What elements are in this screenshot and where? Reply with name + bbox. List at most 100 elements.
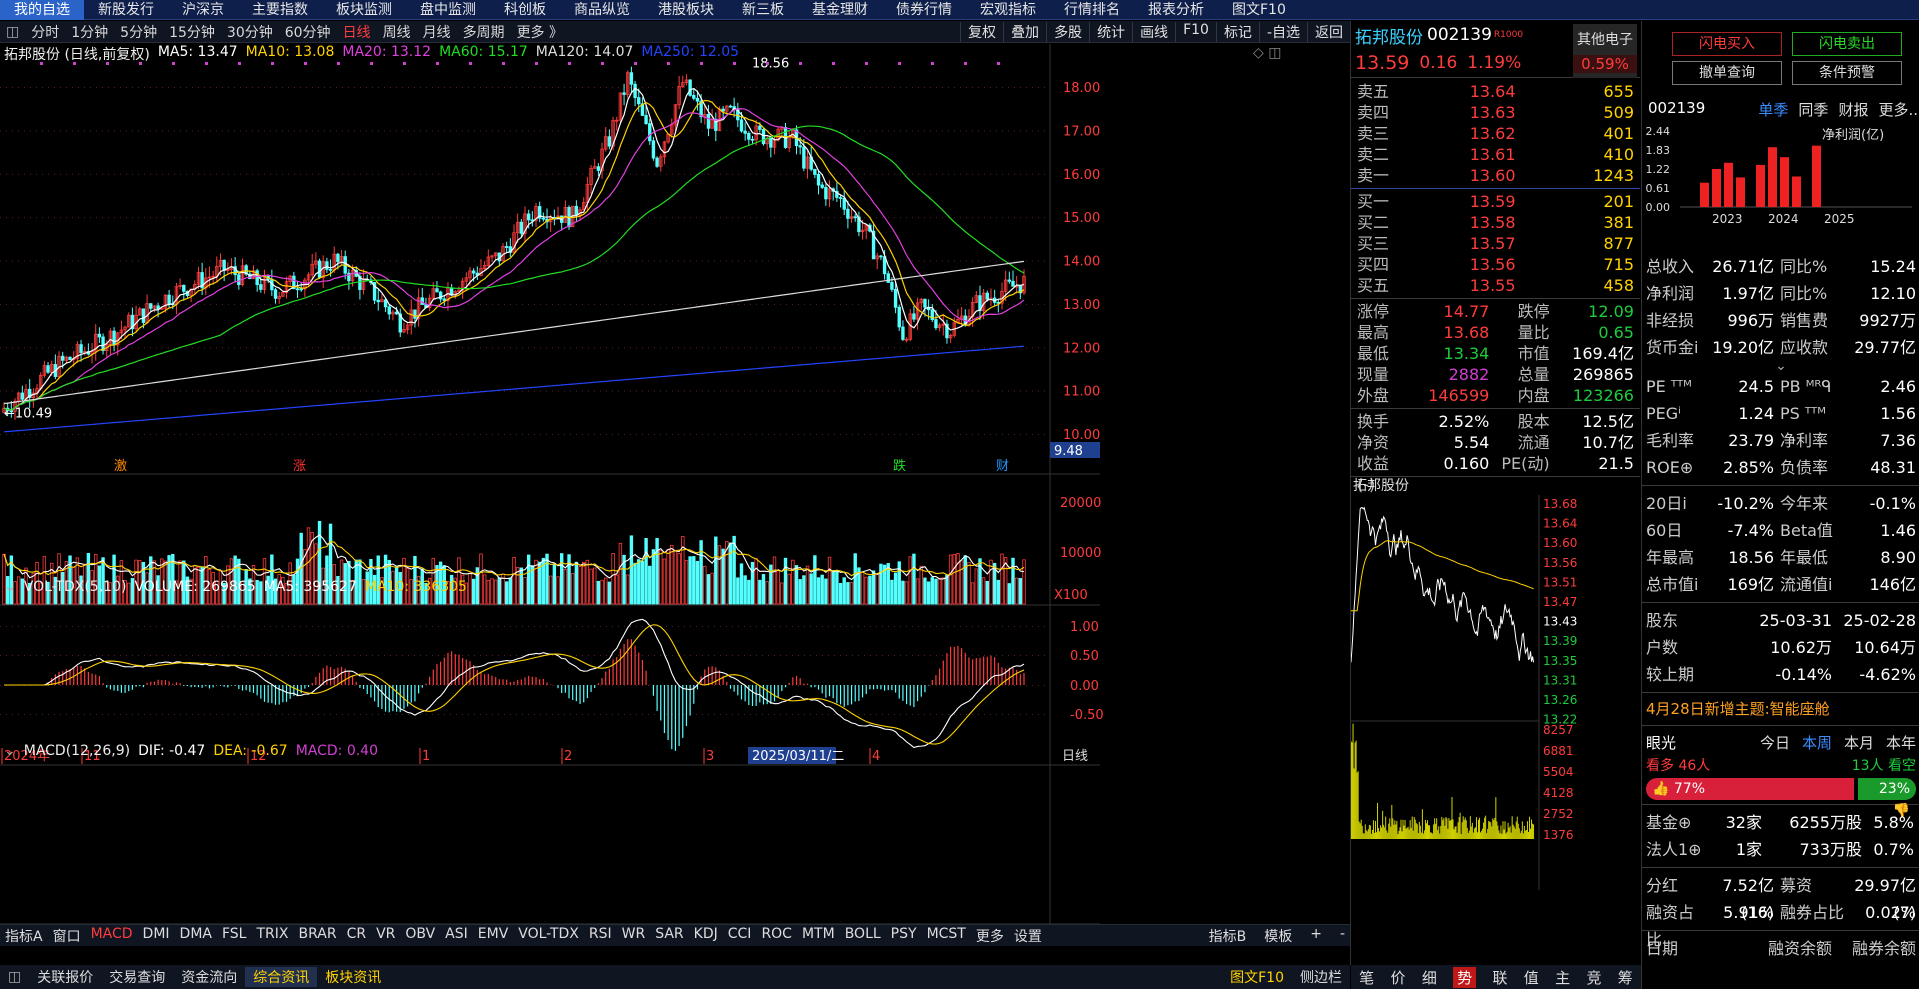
toolbar-button-8[interactable]: 返回 bbox=[1307, 21, 1350, 42]
volume-bar[interactable] bbox=[919, 565, 923, 605]
toolbar-button-7[interactable]: -自选 bbox=[1258, 21, 1307, 42]
indicator-tab-2[interactable]: DMI bbox=[138, 926, 175, 946]
mini-tab-4[interactable]: 联 bbox=[1492, 967, 1507, 988]
candle-body[interactable] bbox=[541, 217, 546, 220]
candle-body[interactable] bbox=[761, 129, 766, 145]
candle-body[interactable] bbox=[743, 130, 747, 134]
volume-bar[interactable] bbox=[1014, 577, 1019, 605]
volume-bar[interactable] bbox=[604, 577, 608, 605]
period-tab-3[interactable]: 15分钟 bbox=[163, 22, 221, 42]
candle-body[interactable] bbox=[692, 95, 696, 99]
indicator-tab-8[interactable]: VR bbox=[371, 926, 400, 946]
volume-bar[interactable] bbox=[934, 578, 938, 605]
volume-bar[interactable] bbox=[761, 574, 766, 605]
eye-tab-1[interactable]: 本周 bbox=[1802, 730, 1832, 756]
volume-bar[interactable] bbox=[670, 544, 674, 605]
volume-bar[interactable] bbox=[552, 563, 557, 605]
indicator-tab-7[interactable]: CR bbox=[342, 926, 372, 946]
profit-bar[interactable] bbox=[1712, 169, 1721, 207]
volume-bar[interactable] bbox=[871, 570, 876, 605]
status-tab-3[interactable]: 综合资讯 bbox=[245, 967, 318, 987]
candle-body[interactable] bbox=[695, 97, 700, 102]
volume-bar[interactable] bbox=[791, 559, 795, 605]
volume-bar[interactable] bbox=[893, 572, 898, 605]
candle-body[interactable] bbox=[442, 298, 446, 301]
volume-bar[interactable] bbox=[607, 581, 612, 605]
candle-body[interactable] bbox=[802, 146, 806, 169]
volume-bar[interactable] bbox=[637, 559, 641, 605]
volume-bar[interactable] bbox=[534, 559, 538, 605]
volume-bar[interactable] bbox=[787, 573, 791, 605]
period-tab-9[interactable]: 多周期 bbox=[457, 22, 511, 42]
kline-chart-area[interactable]: 18.00 17.00 16.00 15.00 14.00 13.00 12.00 11.00… bbox=[0, 44, 1350, 925]
indicator-a-button[interactable]: 指标A bbox=[0, 926, 48, 946]
volume-bar[interactable] bbox=[981, 577, 986, 605]
chevron-down-icon[interactable]: ⌄ bbox=[4, 743, 16, 759]
volume-bar[interactable] bbox=[824, 578, 828, 605]
candle-body[interactable] bbox=[721, 108, 725, 112]
sector-box[interactable]: 其他电子 0.59% bbox=[1573, 24, 1637, 78]
candle-body[interactable] bbox=[846, 208, 850, 219]
volume-bar[interactable] bbox=[776, 570, 780, 605]
volume-bar[interactable] bbox=[504, 581, 509, 605]
ask-row[interactable]: 卖三 13.62 401 bbox=[1351, 123, 1640, 144]
volume-bar[interactable] bbox=[706, 574, 711, 605]
candle-body[interactable] bbox=[769, 137, 773, 148]
volume-bar[interactable] bbox=[508, 577, 513, 605]
volume-bar[interactable] bbox=[813, 555, 817, 605]
flash-buy-button[interactable]: 闪电买入 bbox=[1672, 32, 1782, 56]
volume-bar[interactable] bbox=[512, 557, 516, 605]
ask-row[interactable]: 卖四 13.63 509 bbox=[1351, 102, 1640, 123]
period-tab-8[interactable]: 月线 bbox=[417, 22, 457, 42]
chart-svg[interactable]: 18.0017.0016.0015.0014.0013.0012.0011.00… bbox=[0, 44, 1350, 925]
indicator-tab-14[interactable]: WR bbox=[617, 926, 651, 946]
candle-body[interactable] bbox=[61, 355, 65, 361]
indicator-tab-0[interactable]: 窗口 bbox=[48, 926, 86, 946]
volume-bar[interactable] bbox=[1007, 583, 1012, 605]
status-tab-4[interactable]: 板块资讯 bbox=[317, 967, 389, 987]
volume-bar[interactable] bbox=[523, 577, 527, 605]
candle-body[interactable] bbox=[853, 216, 857, 219]
candle-body[interactable] bbox=[644, 115, 648, 124]
profit-bar[interactable] bbox=[1812, 145, 1821, 207]
volume-bar[interactable] bbox=[915, 578, 920, 605]
volume-bar[interactable] bbox=[615, 574, 619, 605]
candle-body[interactable] bbox=[79, 344, 83, 353]
status-right-0[interactable]: 图文F10 bbox=[1222, 967, 1292, 987]
volume-bar[interactable] bbox=[904, 581, 909, 605]
candle-body[interactable] bbox=[901, 326, 905, 340]
volume-bar[interactable] bbox=[959, 560, 964, 605]
volume-bar[interactable] bbox=[956, 553, 960, 605]
volume-bar[interactable] bbox=[758, 579, 762, 605]
volume-bar[interactable] bbox=[736, 577, 740, 605]
candle-body[interactable] bbox=[394, 311, 399, 315]
candle-body[interactable] bbox=[526, 213, 531, 221]
candle-body[interactable] bbox=[633, 83, 637, 98]
volume-bar[interactable] bbox=[846, 582, 850, 605]
volume-bar[interactable] bbox=[809, 573, 813, 605]
indicator-tab-20[interactable]: BOLL bbox=[840, 926, 886, 946]
expand-icon[interactable]: ⌄ bbox=[1642, 359, 1919, 373]
indicator-tab-15[interactable]: SAR bbox=[650, 926, 688, 946]
volume-bar[interactable] bbox=[798, 579, 802, 605]
event-marker[interactable]: 跌 bbox=[893, 458, 906, 474]
theme-link[interactable]: 4月28日新增主题:智能座舱 bbox=[1642, 697, 1919, 721]
toolbar-toggle-icon[interactable]: ◫ bbox=[0, 24, 25, 40]
volume-bar[interactable] bbox=[493, 579, 498, 605]
candle-body[interactable] bbox=[1011, 280, 1015, 287]
candle-body[interactable] bbox=[376, 299, 380, 303]
candle-body[interactable] bbox=[706, 113, 711, 129]
volume-bar[interactable] bbox=[1018, 578, 1023, 605]
volume-bar[interactable] bbox=[926, 581, 931, 605]
volume-bar[interactable] bbox=[838, 583, 843, 605]
volume-bar[interactable] bbox=[948, 554, 953, 605]
candle-body[interactable] bbox=[651, 140, 656, 159]
volume-bar[interactable] bbox=[794, 565, 799, 605]
period-tab-4[interactable]: 30分钟 bbox=[221, 22, 279, 42]
volume-bar[interactable] bbox=[985, 580, 990, 605]
candle-body[interactable] bbox=[912, 313, 916, 320]
candle-body[interactable] bbox=[622, 92, 626, 95]
bid-row[interactable]: 买二 13.58 381 bbox=[1351, 212, 1640, 233]
volume-bar[interactable] bbox=[714, 536, 718, 605]
volume-bar[interactable] bbox=[754, 558, 758, 605]
